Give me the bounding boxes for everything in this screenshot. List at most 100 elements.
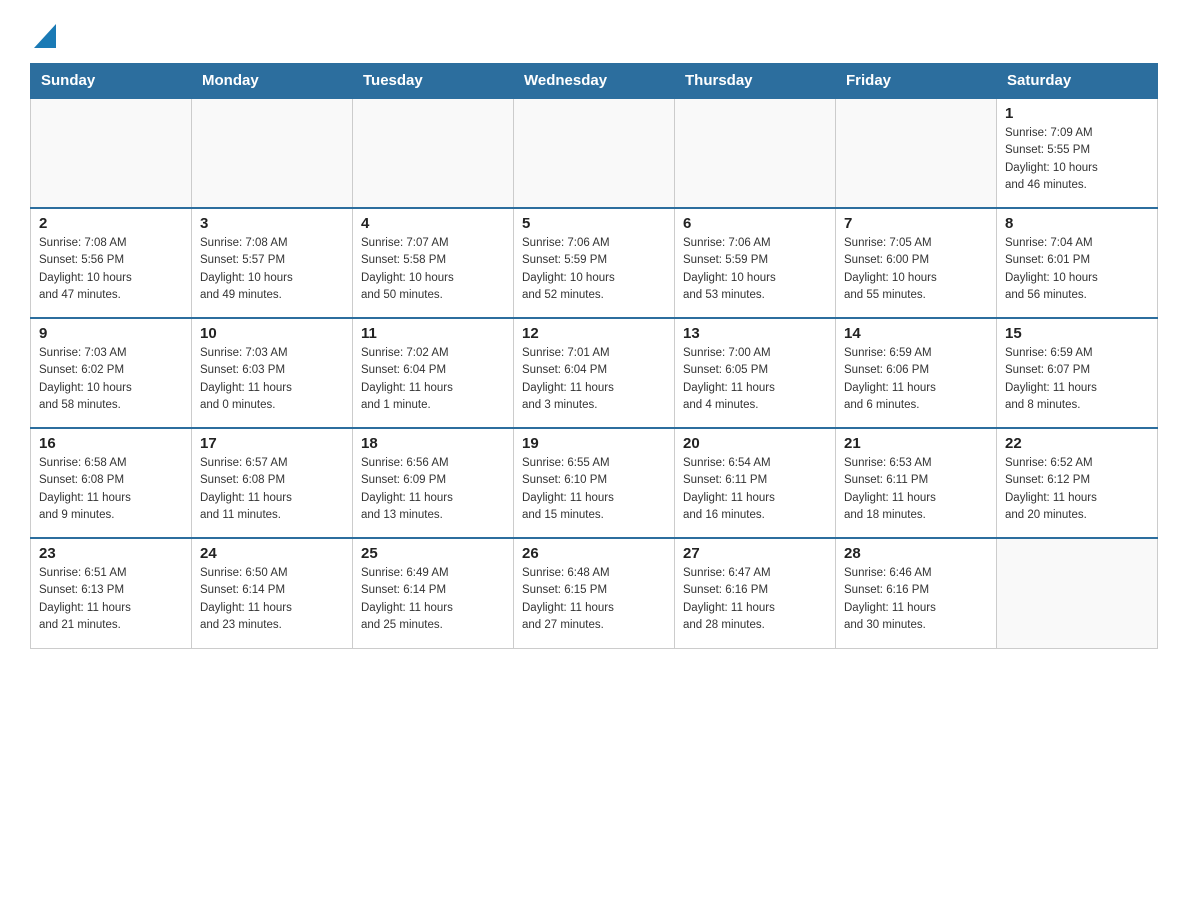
day-number: 12 [522,325,666,342]
day-info: Sunrise: 6:58 AMSunset: 6:08 PMDaylight:… [39,455,183,524]
day-number: 5 [522,215,666,232]
calendar-cell: 18 Sunrise: 6:56 AMSunset: 6:09 PMDayligh… [353,428,514,538]
calendar-cell: 28 Sunrise: 6:46 AMSunset: 6:16 PMDayligh… [836,538,997,648]
day-number: 7 [844,215,988,232]
calendar-week-row: 9 Sunrise: 7:03 AMSunset: 6:02 PMDaylight… [31,318,1158,428]
day-number: 13 [683,325,827,342]
day-info: Sunrise: 6:54 AMSunset: 6:11 PMDaylight:… [683,455,827,524]
day-number: 2 [39,215,183,232]
day-number: 18 [361,435,505,452]
day-info: Sunrise: 7:08 AMSunset: 5:57 PMDaylight:… [200,235,344,304]
day-info: Sunrise: 6:57 AMSunset: 6:08 PMDaylight:… [200,455,344,524]
day-number: 15 [1005,325,1149,342]
day-number: 27 [683,545,827,562]
calendar-cell: 20 Sunrise: 6:54 AMSunset: 6:11 PMDayligh… [675,428,836,538]
calendar-cell: 8 Sunrise: 7:04 AMSunset: 6:01 PMDaylight… [997,208,1158,318]
calendar-cell: 17 Sunrise: 6:57 AMSunset: 6:08 PMDayligh… [192,428,353,538]
day-number: 4 [361,215,505,232]
calendar-week-row: 2 Sunrise: 7:08 AMSunset: 5:56 PMDaylight… [31,208,1158,318]
day-number: 1 [1005,105,1149,122]
calendar-cell: 23 Sunrise: 6:51 AMSunset: 6:13 PMDayligh… [31,538,192,648]
calendar-cell: 19 Sunrise: 6:55 AMSunset: 6:10 PMDayligh… [514,428,675,538]
day-number: 8 [1005,215,1149,232]
day-number: 22 [1005,435,1149,452]
calendar-table: SundayMondayTuesdayWednesdayThursdayFrid… [30,63,1158,649]
calendar-cell: 9 Sunrise: 7:03 AMSunset: 6:02 PMDaylight… [31,318,192,428]
weekday-header-monday: Monday [192,64,353,99]
day-info: Sunrise: 6:47 AMSunset: 6:16 PMDaylight:… [683,565,827,634]
logo-triangle-icon [34,24,56,48]
calendar-cell: 14 Sunrise: 6:59 AMSunset: 6:06 PMDayligh… [836,318,997,428]
calendar-cell: 25 Sunrise: 6:49 AMSunset: 6:14 PMDayligh… [353,538,514,648]
calendar-cell [353,98,514,208]
day-number: 19 [522,435,666,452]
day-info: Sunrise: 6:51 AMSunset: 6:13 PMDaylight:… [39,565,183,634]
day-number: 28 [844,545,988,562]
day-info: Sunrise: 7:03 AMSunset: 6:03 PMDaylight:… [200,345,344,414]
day-info: Sunrise: 7:03 AMSunset: 6:02 PMDaylight:… [39,345,183,414]
day-info: Sunrise: 7:00 AMSunset: 6:05 PMDaylight:… [683,345,827,414]
day-info: Sunrise: 7:06 AMSunset: 5:59 PMDaylight:… [522,235,666,304]
day-info: Sunrise: 7:06 AMSunset: 5:59 PMDaylight:… [683,235,827,304]
weekday-header-sunday: Sunday [31,64,192,99]
calendar-cell [514,98,675,208]
day-number: 26 [522,545,666,562]
day-info: Sunrise: 7:04 AMSunset: 6:01 PMDaylight:… [1005,235,1149,304]
calendar-cell: 2 Sunrise: 7:08 AMSunset: 5:56 PMDaylight… [31,208,192,318]
logo [30,20,56,53]
calendar-cell [31,98,192,208]
day-info: Sunrise: 7:05 AMSunset: 6:00 PMDaylight:… [844,235,988,304]
calendar-cell: 6 Sunrise: 7:06 AMSunset: 5:59 PMDaylight… [675,208,836,318]
calendar-cell: 7 Sunrise: 7:05 AMSunset: 6:00 PMDaylight… [836,208,997,318]
day-number: 6 [683,215,827,232]
weekday-header-wednesday: Wednesday [514,64,675,99]
day-number: 11 [361,325,505,342]
calendar-header-row: SundayMondayTuesdayWednesdayThursdayFrid… [31,64,1158,99]
day-number: 24 [200,545,344,562]
day-number: 9 [39,325,183,342]
day-number: 25 [361,545,505,562]
weekday-header-friday: Friday [836,64,997,99]
day-info: Sunrise: 6:50 AMSunset: 6:14 PMDaylight:… [200,565,344,634]
day-info: Sunrise: 7:02 AMSunset: 6:04 PMDaylight:… [361,345,505,414]
page-header [30,20,1158,53]
day-info: Sunrise: 6:55 AMSunset: 6:10 PMDaylight:… [522,455,666,524]
day-number: 23 [39,545,183,562]
calendar-cell: 3 Sunrise: 7:08 AMSunset: 5:57 PMDaylight… [192,208,353,318]
day-number: 3 [200,215,344,232]
calendar-cell [192,98,353,208]
calendar-cell [836,98,997,208]
calendar-cell [997,538,1158,648]
calendar-cell: 11 Sunrise: 7:02 AMSunset: 6:04 PMDayligh… [353,318,514,428]
day-info: Sunrise: 6:48 AMSunset: 6:15 PMDaylight:… [522,565,666,634]
day-number: 17 [200,435,344,452]
calendar-cell: 10 Sunrise: 7:03 AMSunset: 6:03 PMDayligh… [192,318,353,428]
day-info: Sunrise: 7:01 AMSunset: 6:04 PMDaylight:… [522,345,666,414]
calendar-cell: 12 Sunrise: 7:01 AMSunset: 6:04 PMDayligh… [514,318,675,428]
calendar-cell: 15 Sunrise: 6:59 AMSunset: 6:07 PMDayligh… [997,318,1158,428]
weekday-header-tuesday: Tuesday [353,64,514,99]
day-info: Sunrise: 6:56 AMSunset: 6:09 PMDaylight:… [361,455,505,524]
day-info: Sunrise: 7:07 AMSunset: 5:58 PMDaylight:… [361,235,505,304]
day-number: 21 [844,435,988,452]
day-number: 10 [200,325,344,342]
day-info: Sunrise: 6:59 AMSunset: 6:06 PMDaylight:… [844,345,988,414]
calendar-cell: 24 Sunrise: 6:50 AMSunset: 6:14 PMDayligh… [192,538,353,648]
calendar-cell [675,98,836,208]
calendar-cell: 21 Sunrise: 6:53 AMSunset: 6:11 PMDayligh… [836,428,997,538]
calendar-cell: 16Sunrise: 6:58 AMSunset: 6:08 PMDayligh… [31,428,192,538]
day-info: Sunrise: 6:53 AMSunset: 6:11 PMDaylight:… [844,455,988,524]
day-number: 20 [683,435,827,452]
day-info: Sunrise: 6:46 AMSunset: 6:16 PMDaylight:… [844,565,988,634]
day-info: Sunrise: 6:59 AMSunset: 6:07 PMDaylight:… [1005,345,1149,414]
day-info: Sunrise: 7:08 AMSunset: 5:56 PMDaylight:… [39,235,183,304]
weekday-header-saturday: Saturday [997,64,1158,99]
weekday-header-thursday: Thursday [675,64,836,99]
calendar-week-row: 23 Sunrise: 6:51 AMSunset: 6:13 PMDayligh… [31,538,1158,648]
calendar-week-row: 16Sunrise: 6:58 AMSunset: 6:08 PMDayligh… [31,428,1158,538]
day-info: Sunrise: 6:52 AMSunset: 6:12 PMDaylight:… [1005,455,1149,524]
day-number: 14 [844,325,988,342]
calendar-cell: 27 Sunrise: 6:47 AMSunset: 6:16 PMDayligh… [675,538,836,648]
day-info: Sunrise: 6:49 AMSunset: 6:14 PMDaylight:… [361,565,505,634]
calendar-week-row: 1Sunrise: 7:09 AMSunset: 5:55 PMDaylight… [31,98,1158,208]
